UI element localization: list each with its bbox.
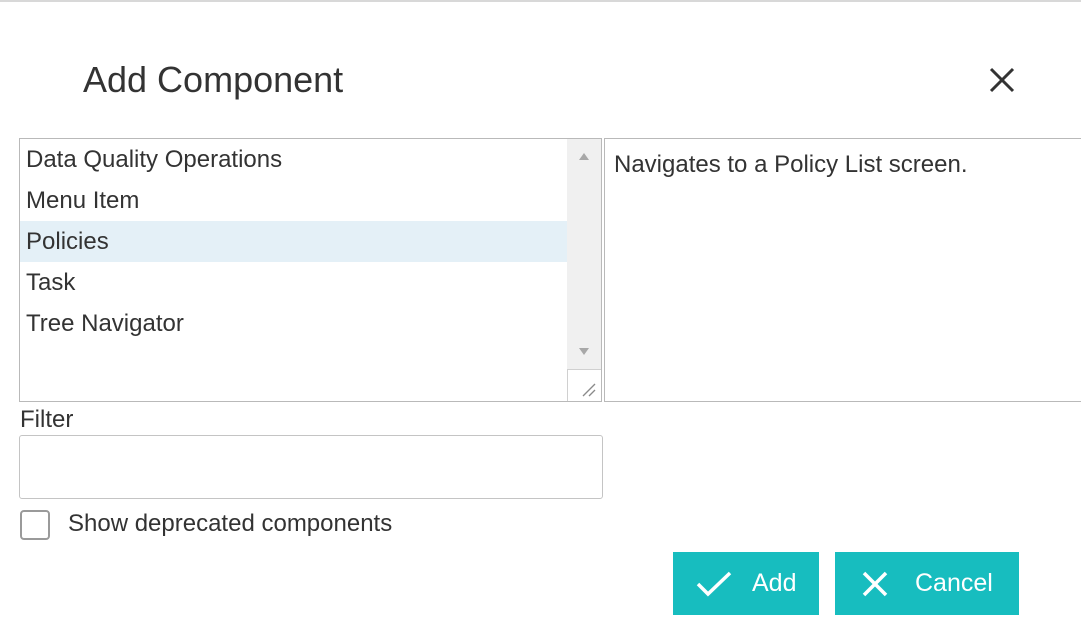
component-list-items: Data Quality Operations Menu Item Polici… xyxy=(20,139,568,344)
list-item[interactable]: Data Quality Operations xyxy=(20,139,568,180)
show-deprecated-label[interactable]: Show deprecated components xyxy=(68,508,392,540)
checkmark-icon xyxy=(695,570,733,605)
cancel-button-label: Cancel xyxy=(915,569,993,597)
show-deprecated-checkbox[interactable] xyxy=(20,510,50,540)
close-icon xyxy=(989,67,1015,93)
list-item[interactable]: Menu Item xyxy=(20,180,568,221)
add-component-dialog: Add Component Data Quality Operations Me… xyxy=(0,0,1081,642)
filter-input[interactable] xyxy=(19,435,603,499)
list-item[interactable]: Policies xyxy=(20,221,568,262)
chevron-up-icon xyxy=(579,153,589,160)
scroll-up-button[interactable] xyxy=(567,147,601,167)
add-button[interactable]: Add xyxy=(673,552,819,615)
scroll-down-button[interactable] xyxy=(567,341,601,361)
resize-grip-icon xyxy=(582,383,596,397)
list-item[interactable]: Tree Navigator xyxy=(20,303,568,344)
filter-label: Filter xyxy=(20,406,74,433)
list-scrollbar[interactable] xyxy=(567,139,601,401)
list-item[interactable]: Task xyxy=(20,262,568,303)
close-icon xyxy=(860,569,890,606)
chevron-down-icon xyxy=(579,348,589,355)
component-list[interactable]: Data Quality Operations Menu Item Polici… xyxy=(19,138,602,402)
resize-handle[interactable] xyxy=(567,369,601,401)
cancel-button[interactable]: Cancel xyxy=(835,552,1019,615)
dialog-title: Add Component xyxy=(83,59,344,100)
close-button[interactable] xyxy=(984,62,1020,98)
add-button-label: Add xyxy=(752,569,797,597)
component-description: Navigates to a Policy List screen. xyxy=(604,138,1081,402)
